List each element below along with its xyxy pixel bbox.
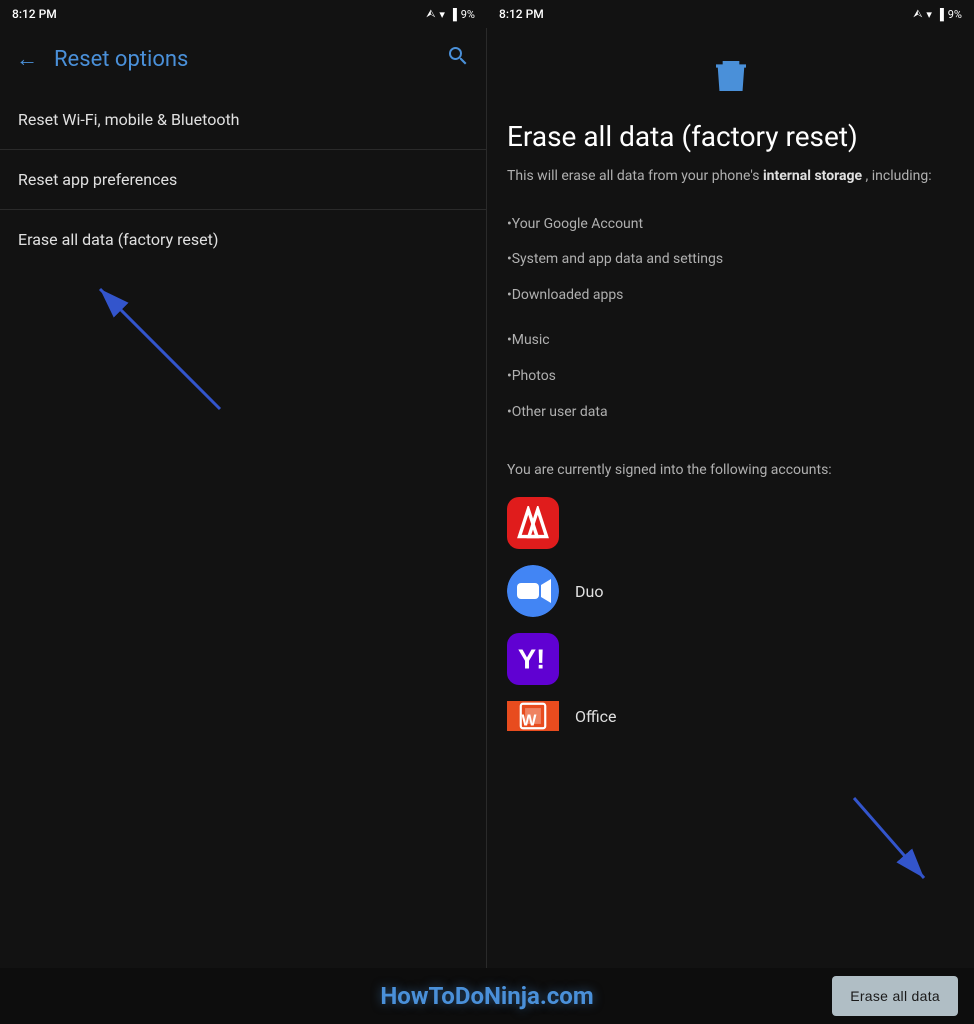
account-item-office: W Office (507, 701, 954, 731)
arrow-annotation-right (794, 788, 954, 908)
battery-left: 9% (461, 8, 475, 21)
erase-title: Erase all data (factory reset) (507, 120, 954, 154)
yahoo-icon: Y! (507, 633, 559, 685)
menu-item-factory-reset[interactable]: Erase all data (factory reset) (0, 210, 486, 269)
signal-icon: ▐ (449, 8, 457, 21)
erase-all-data-button[interactable]: Erase all data (832, 976, 958, 1016)
wifi-icon-r: ▾ (926, 8, 932, 21)
data-item-photos: •Photos (507, 359, 954, 395)
trash-icon (711, 56, 751, 104)
left-status-icons: ⮙ ▾ ▐ 9% (426, 7, 475, 21)
status-bars: 8:12 PM ⮙ ▾ ▐ 9% 8:12 PM ⮙ ▾ ▐ 9% (0, 0, 974, 28)
erase-description: This will erase all data from your phone… (507, 166, 954, 187)
duo-label: Duo (575, 582, 603, 601)
data-item-music: •Music (507, 323, 954, 359)
duo-icon (507, 565, 559, 617)
left-status-bar: 8:12 PM ⮙ ▾ ▐ 9% (0, 0, 487, 28)
desc-bold: internal storage (763, 168, 862, 184)
adobe-icon (507, 497, 559, 549)
trash-icon-container (507, 56, 954, 104)
left-panel: ← Reset options Reset Wi-Fi, mobile & Bl… (0, 28, 487, 968)
left-time: 8:12 PM (12, 7, 57, 21)
bluetooth-icon-r: ⮙ (913, 7, 922, 21)
page-title: Reset options (54, 47, 430, 72)
back-button[interactable]: ← (16, 46, 38, 72)
right-time: 8:12 PM (499, 7, 544, 21)
search-button[interactable] (446, 44, 470, 74)
watermark-text: HowToDoNinja.com (380, 982, 593, 1010)
desc-text-end: , including: (866, 168, 932, 184)
office-icon: W (507, 701, 559, 731)
menu-item-wifi[interactable]: Reset Wi-Fi, mobile & Bluetooth (0, 90, 486, 150)
signal-icon-r: ▐ (936, 8, 944, 21)
data-item-system: •System and app data and settings (507, 242, 954, 278)
svg-text:W: W (521, 713, 536, 730)
desc-text-start: This will erase all data from your phone… (507, 168, 763, 184)
account-item-yahoo: Y! (507, 633, 954, 685)
right-status-bar: 8:12 PM ⮙ ▾ ▐ 9% (487, 0, 974, 28)
data-item-apps: •Downloaded apps (507, 278, 954, 314)
arrow-annotation-left (60, 269, 360, 469)
account-item-adobe (507, 497, 954, 549)
bottom-bar: HowToDoNinja.com Erase all data (0, 968, 974, 1024)
left-annotation (0, 269, 486, 968)
right-panel: Erase all data (factory reset) This will… (487, 28, 974, 968)
bluetooth-icon: ⮙ (426, 7, 435, 21)
left-header: ← Reset options (0, 28, 486, 90)
data-list: •Your Google Account •System and app dat… (507, 207, 954, 431)
battery-right: 9% (948, 8, 962, 21)
office-label: Office (575, 707, 617, 726)
main-layout: ← Reset options Reset Wi-Fi, mobile & Bl… (0, 28, 974, 968)
wifi-icon: ▾ (439, 8, 445, 21)
menu-item-app-prefs[interactable]: Reset app preferences (0, 150, 486, 210)
data-item-google: •Your Google Account (507, 207, 954, 243)
menu-list: Reset Wi-Fi, mobile & Bluetooth Reset ap… (0, 90, 486, 269)
right-status-icons: ⮙ ▾ ▐ 9% (913, 7, 962, 21)
account-item-duo: Duo (507, 565, 954, 617)
svg-text:Y!: Y! (518, 644, 545, 675)
data-item-userdata: •Other user data (507, 395, 954, 431)
accounts-section: You are currently signed into the follow… (507, 460, 954, 747)
accounts-text: You are currently signed into the follow… (507, 460, 954, 481)
